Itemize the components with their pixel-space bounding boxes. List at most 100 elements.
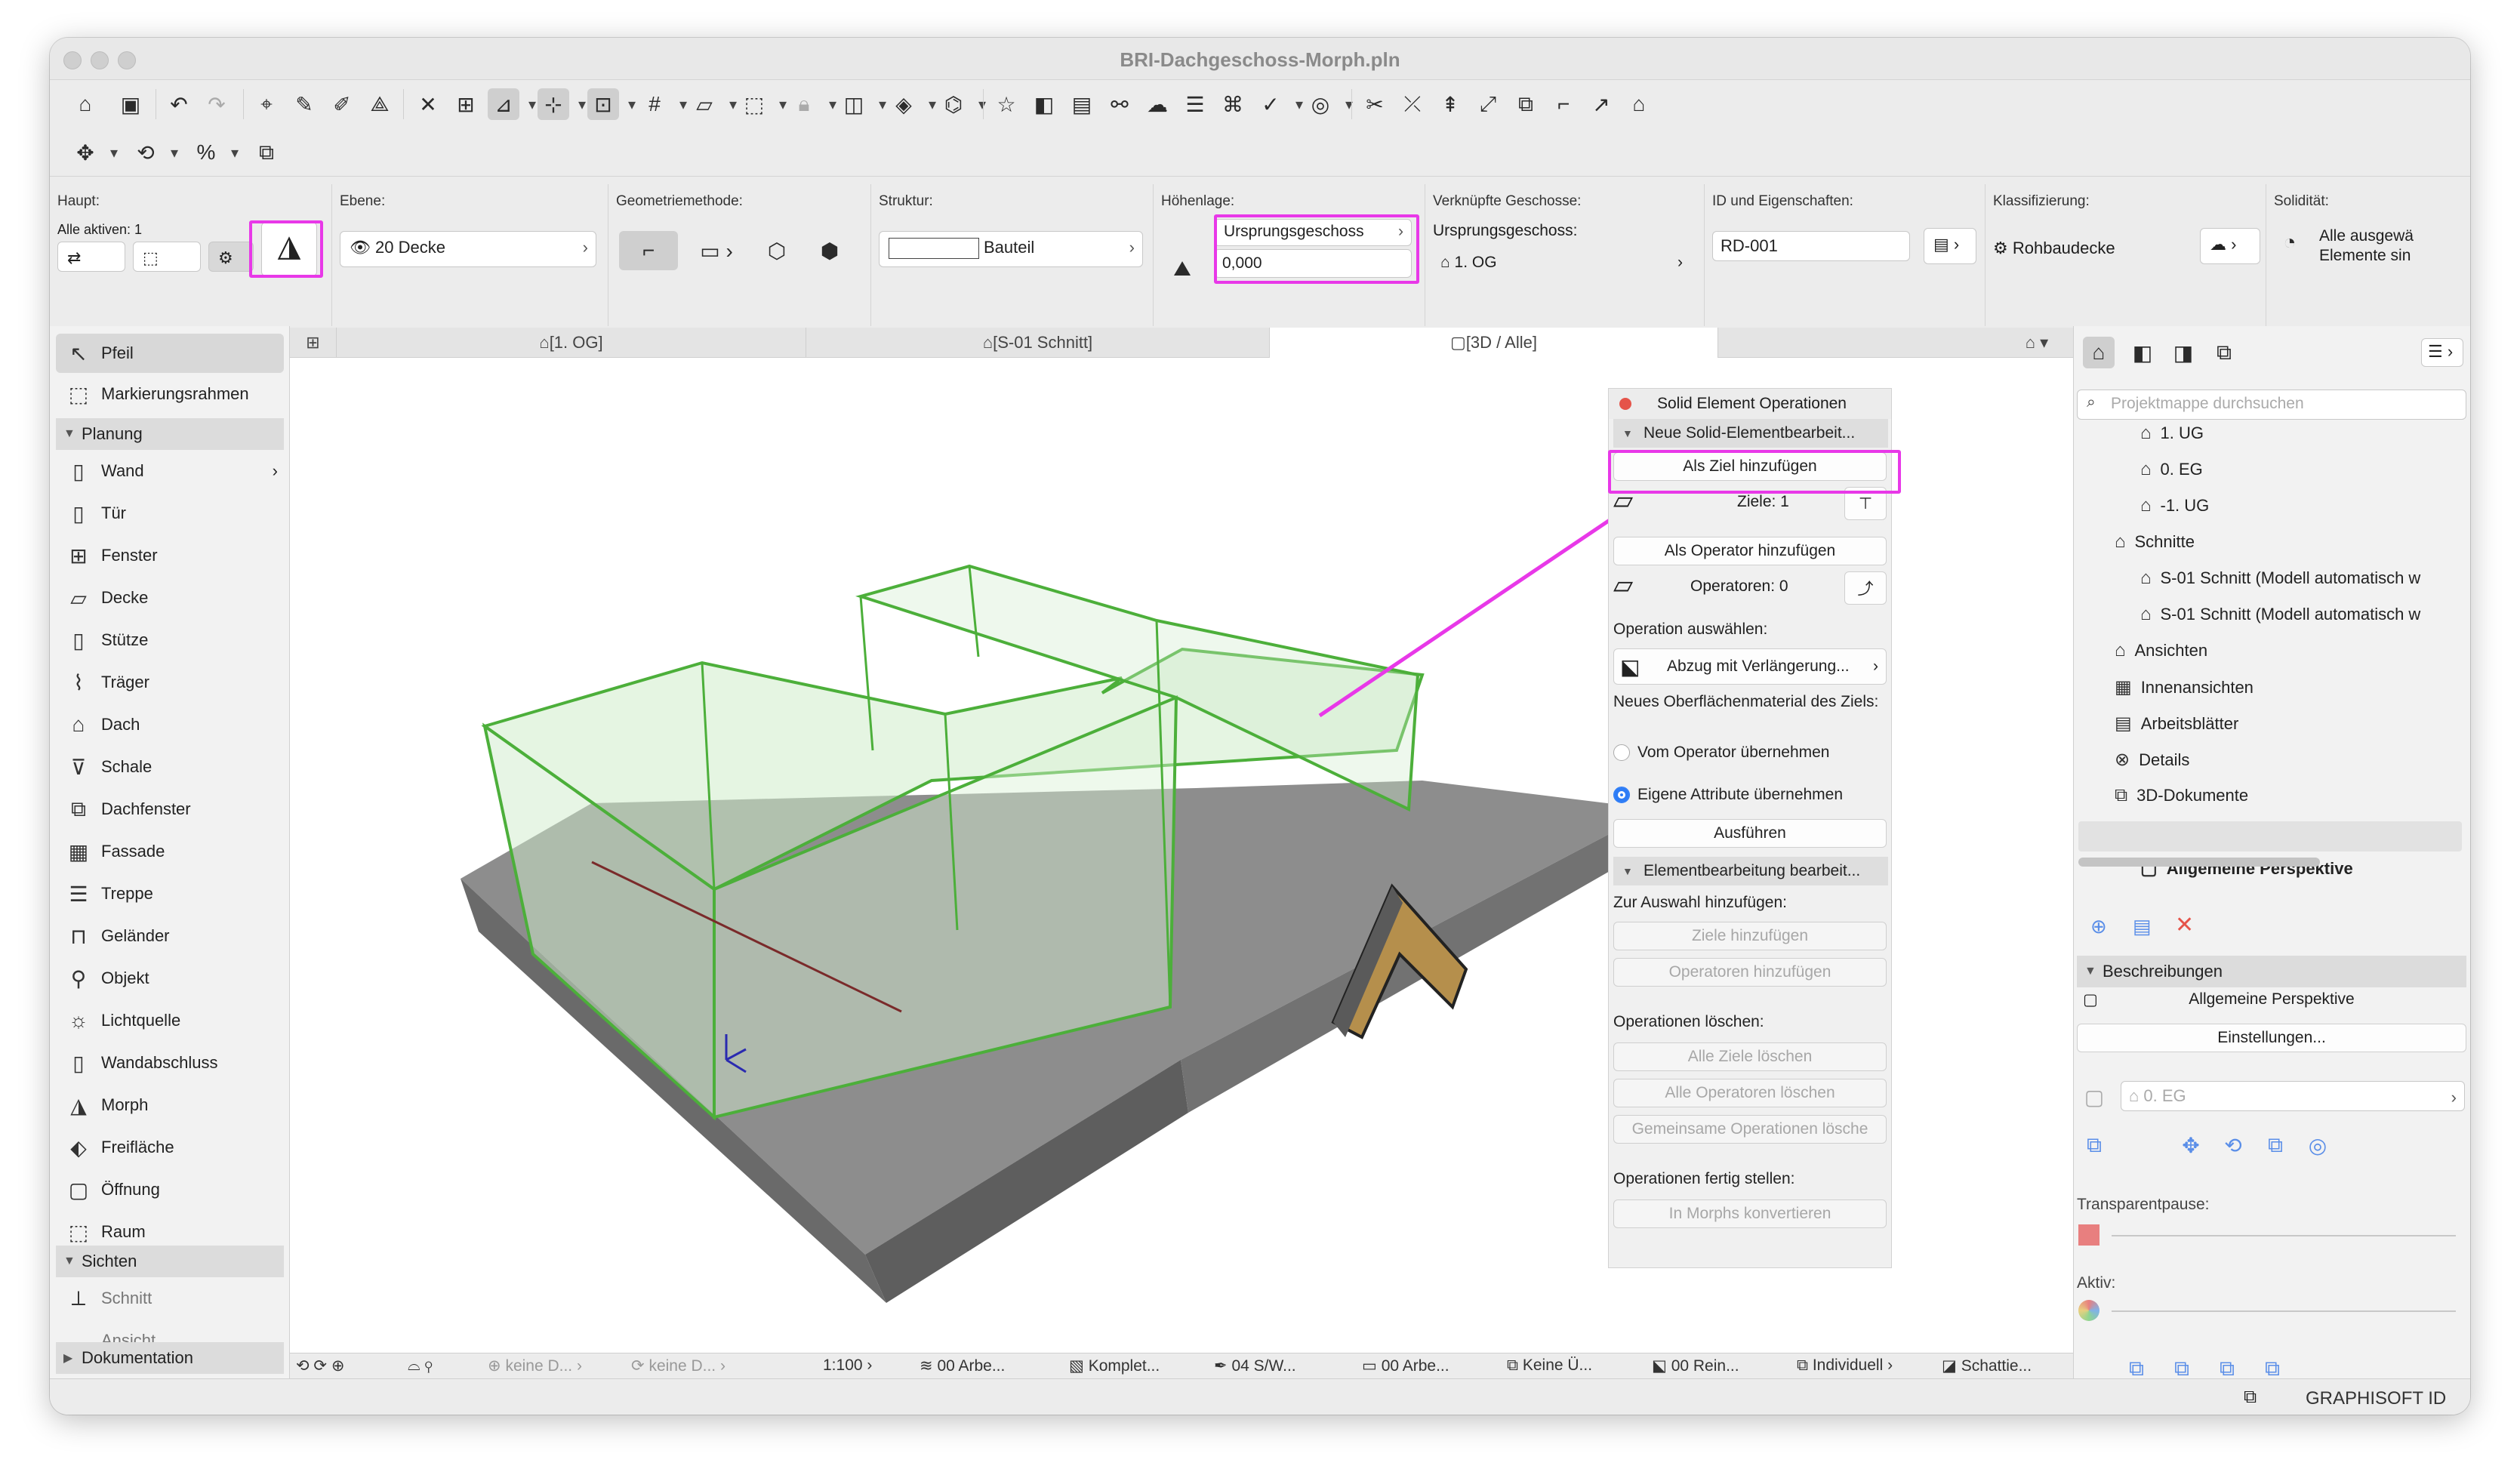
check-icon[interactable]: ✓ (1255, 88, 1303, 120)
link-icon[interactable]: ⚯ (1104, 88, 1135, 120)
nav-item-2[interactable]: ⌂ -1. UG (2140, 495, 2457, 516)
pen-set-status[interactable]: ✒ 04 S/W... (1214, 1357, 1296, 1375)
percent-icon[interactable]: % (190, 137, 239, 168)
ausfuehren-button[interactable]: Ausführen (1613, 819, 1887, 848)
tool-geländer[interactable]: ⊓ Geländer (56, 916, 284, 956)
wand-chevron-icon[interactable]: › (273, 461, 284, 481)
resize-icon[interactable]: ⤢ (1472, 88, 1504, 120)
house-icon[interactable]: ⌂ (1623, 88, 1655, 120)
dimension-status[interactable]: ⧉ Individuell › (1797, 1357, 1893, 1375)
neue-header[interactable]: Neue Solid-Elementbearbeit... (1613, 419, 1888, 448)
tool-wand[interactable]: ▯ Wand › (56, 451, 284, 491)
trace-icon-4[interactable]: ⧉ (2260, 1129, 2291, 1161)
compass-icon[interactable]: ◎ (1305, 88, 1353, 120)
tab-3d-alle[interactable]: ▢ [3D / Alle] (1270, 328, 1718, 358)
classification-cloud-icon[interactable]: ☁︎ › (2200, 228, 2260, 264)
tool-tür[interactable]: ▯ Tür (56, 494, 284, 533)
zoom-status[interactable]: ⊕ keine D... › (488, 1357, 582, 1375)
trace-icon-3[interactable]: ⟲ (2217, 1129, 2249, 1161)
tool-dachfenster[interactable]: ⧉ Dachfenster (56, 790, 284, 829)
structure-status[interactable]: ▧ Komplet... (1069, 1357, 1160, 1375)
elevate-icon[interactable]: ⇞ (1434, 88, 1466, 120)
alle-operatoren-loeschen-button[interactable]: Alle Operatoren löschen (1613, 1079, 1887, 1107)
radio-eigene-attribute[interactable]: Eigene Attribute übernehmen (1613, 786, 1843, 804)
magic-wand-icon[interactable]: ⟁ (364, 88, 396, 120)
id-input[interactable]: RD-001 (1712, 231, 1910, 261)
geometry-curve-icon[interactable]: ⬢ (808, 231, 852, 270)
story-link-icon[interactable]: ▢ (2078, 1081, 2110, 1113)
delete-icon[interactable]: ✕ (2175, 912, 2194, 938)
linked-story[interactable]: ⌂ 1. OG (1440, 254, 1497, 272)
tool-pfeil[interactable]: ↖ Pfeil (56, 334, 284, 373)
grid-number-icon[interactable]: ⊞ (450, 88, 482, 120)
tool-lichtquelle[interactable]: ☼ Lichtquelle (56, 1001, 284, 1040)
transparency-slider[interactable] (2112, 1235, 2456, 1236)
navigator-search-input[interactable]: ⌕ Projektmappe durchsuchen (2077, 390, 2466, 420)
home-icon[interactable]: ⌂ (69, 88, 101, 120)
save-icon[interactable]: ▣ (115, 88, 146, 120)
trim-icon[interactable]: ⤫ (1397, 88, 1428, 120)
image-icon[interactable]: ▤ (1066, 88, 1098, 120)
eyedropper-icon[interactable]: ✎ (288, 88, 320, 120)
copy-icon[interactable]: ⧉ (251, 137, 282, 168)
project-map-icon[interactable]: ⌂ (2083, 337, 2115, 368)
model-view-status[interactable]: ▭ 00 Arbe... (1362, 1357, 1449, 1375)
fillet-icon[interactable]: ↗ (1585, 88, 1617, 120)
nav-item-0[interactable]: ⌂ 1. UG (2140, 423, 2457, 444)
als-operator-button[interactable]: Als Operator hinzufügen (1613, 537, 1887, 565)
section-dokumentation[interactable]: Dokumentation (56, 1342, 284, 1374)
split-icon[interactable]: ✂ (1359, 88, 1391, 120)
rotate-icon[interactable]: ⟲ (130, 137, 178, 168)
add-view-icon[interactable]: ⊕ (2090, 915, 2107, 938)
snap-points-icon[interactable]: ⊡ (587, 88, 636, 120)
cloud-icon[interactable]: ☁︎ (1141, 88, 1173, 120)
nav-item-4[interactable]: ⌂ S-01 Schnitt (Modell automatisch w (2140, 568, 2457, 589)
graphisoft-id[interactable]: GRAPHISOFT ID (2306, 1388, 2446, 1409)
linked-story-chevron[interactable]: › (1677, 254, 1683, 272)
syringe-icon[interactable]: ✐ (326, 88, 358, 120)
tool-schale[interactable]: ⊽ Schale (56, 747, 284, 787)
alle-ziele-loeschen-button[interactable]: Alle Ziele löschen (1613, 1042, 1887, 1071)
find-select-icon[interactable]: ⌖ (251, 88, 282, 120)
nav-item-10[interactable]: ⧉ 3D-Dokumente (2115, 785, 2454, 806)
nav-item-8[interactable]: ▤ Arbeitsblätter (2115, 713, 2454, 734)
nav-item-5[interactable]: ⌂ S-01 Schnitt (Modell automatisch w (2140, 604, 2457, 625)
selection-filter[interactable]: ⇄ (57, 242, 125, 272)
tab-overview-icon[interactable]: ⊞ (290, 328, 337, 358)
trace-icon-2[interactable]: ✥ (2175, 1129, 2207, 1161)
grid-icon[interactable]: # (639, 88, 687, 120)
properties-icon[interactable]: ▤ › (1924, 228, 1976, 264)
tool-morph[interactable]: ◮ Morph (56, 1086, 284, 1125)
undo-icon[interactable]: ↶ (163, 88, 195, 120)
tool-fenster[interactable]: ⊞ Fenster (56, 536, 284, 575)
nav-item-3[interactable]: ⌂ Schnitte (2115, 531, 2454, 553)
tab-s-01-schnitt[interactable]: ⌂ [S-01 Schnitt] (806, 328, 1270, 358)
structure-dropdown[interactable]: Bauteil › (879, 231, 1143, 267)
orbit-icon[interactable]: ⟲ ⟳ ⊕ (296, 1357, 344, 1375)
view-settings-icon[interactable]: ▤ (2133, 915, 2152, 938)
nav-item-1[interactable]: ⌂ 0. EG (2140, 459, 2457, 480)
tab-options-icon[interactable]: ⌂ ▾ (2001, 328, 2073, 358)
explode-icon[interactable]: ⌬ (938, 88, 986, 120)
geometry-rect-icon[interactable]: ▭ › (687, 231, 746, 270)
element-header[interactable]: Elementbearbeitung bearbeit... (1613, 857, 1888, 885)
tag-icon[interactable]: ⌘ (1217, 88, 1249, 120)
geometry-slab-icon[interactable]: ⬡ (755, 231, 799, 270)
view-map-icon[interactable]: ◧ (2127, 337, 2158, 368)
trace-icon-1[interactable]: ⧉ (2078, 1129, 2110, 1161)
tool-freifläche[interactable]: ⬖ Freifläche (56, 1128, 284, 1167)
list-icon[interactable]: ☰ (1179, 88, 1211, 120)
tool-wandabschluss[interactable]: ▯ Wandabschluss (56, 1043, 284, 1082)
tool-träger[interactable]: ⌇ Träger (56, 663, 284, 702)
selection-marquee[interactable]: ⬚ (133, 242, 201, 272)
gemeinsame-loeschen-button[interactable]: Gemeinsame Operationen lösche (1613, 1115, 1887, 1144)
tool-öffnung[interactable]: ▢ Öffnung (56, 1170, 284, 1209)
active-color-icon[interactable] (2078, 1300, 2099, 1321)
classification-value[interactable]: ⚙ Rohbaudecke (1993, 239, 2115, 258)
tool-treppe[interactable]: ☰ Treppe (56, 874, 284, 913)
active-slider[interactable] (2112, 1310, 2456, 1312)
snap-icon[interactable]: ✕ (412, 88, 444, 120)
tool-dach[interactable]: ⌂ Dach (56, 705, 284, 744)
favorites-icon[interactable]: ☆ (990, 88, 1022, 120)
operatoren-hinzufuegen-button[interactable]: Operatoren hinzufügen (1613, 958, 1887, 987)
